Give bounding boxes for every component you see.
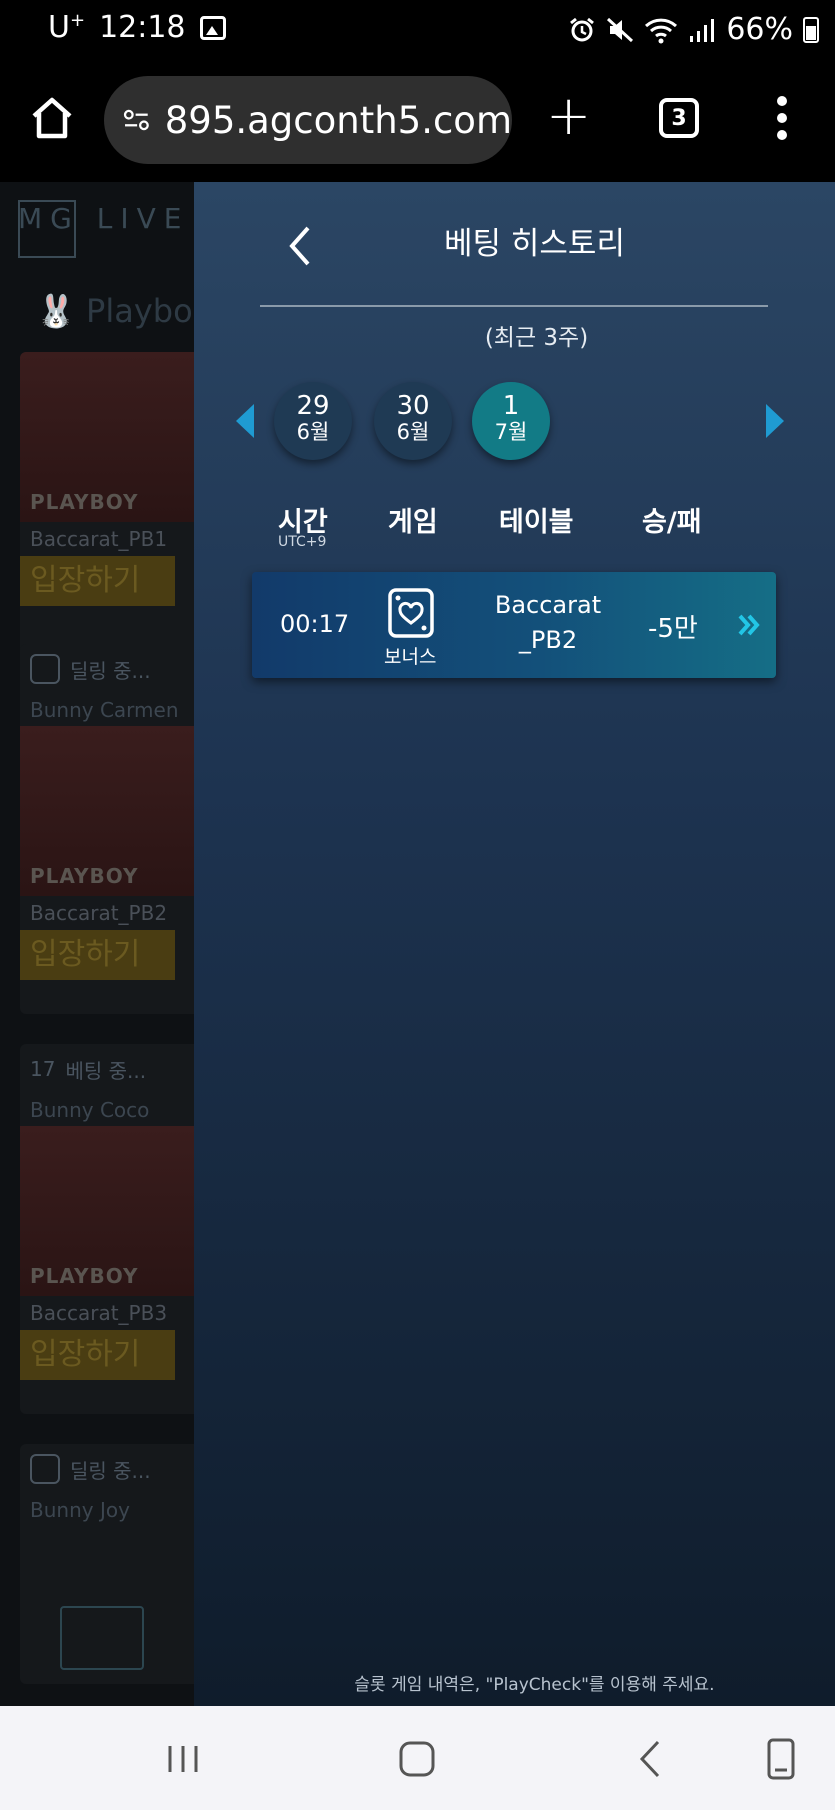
- card-status: 딜링 중...: [70, 1458, 151, 1483]
- address-bar[interactable]: 895.agconth5.com: [104, 76, 512, 164]
- title-divider: [260, 305, 768, 307]
- dealer-photo: PLAYBOY: [20, 726, 194, 896]
- row-table: Baccarat _PB2: [494, 591, 602, 654]
- table-name: Baccarat_PB1: [30, 527, 168, 551]
- recent-apps-icon[interactable]: [158, 1734, 208, 1784]
- tab-switcher-button[interactable]: 3: [659, 98, 699, 138]
- status-bar: U+ 12:18 66%: [0, 0, 835, 62]
- gallery-notification-icon: [199, 15, 226, 40]
- next-date-arrow-icon[interactable]: [766, 404, 784, 438]
- new-tab-button[interactable]: +: [546, 89, 591, 143]
- home-nav-icon[interactable]: [392, 1734, 442, 1784]
- card-game-icon: [30, 1454, 60, 1484]
- keyboard-toggle-icon[interactable]: [756, 1734, 806, 1784]
- bonus-card-icon: [388, 588, 434, 638]
- wifi-icon: [645, 18, 678, 43]
- table-name: Baccarat_PB2: [30, 901, 168, 925]
- logo: MG LIVE: [18, 202, 190, 235]
- dealer-photo: PLAYBOY: [20, 352, 194, 522]
- enter-button[interactable]: 입장하기: [20, 556, 175, 606]
- game-card[interactable]: 딜링 중... Bunny Carmen PLAYBOY Baccarat_PB…: [20, 644, 194, 1014]
- back-nav-icon[interactable]: [626, 1734, 676, 1784]
- card-status: 딜링 중...: [70, 658, 151, 683]
- category-label: 🐰 Playbo: [36, 292, 193, 330]
- date-chip-selected[interactable]: 1 7월: [472, 382, 550, 460]
- card-game-icon: [30, 654, 60, 684]
- bet-history-row[interactable]: 00:17 보너스 Baccarat _PB2 -5만: [252, 572, 776, 678]
- system-nav-bar: [0, 1706, 835, 1810]
- prev-date-arrow-icon[interactable]: [236, 404, 254, 438]
- row-time: 00:17: [280, 610, 350, 638]
- column-header-table: 테이블: [499, 507, 574, 538]
- date-chip[interactable]: 30 6월: [374, 382, 452, 460]
- battery-icon: [803, 16, 819, 43]
- game-card[interactable]: 17 베팅 중... Bunny Coco PLAYBOY Baccarat_PB…: [20, 1044, 194, 1414]
- double-chevron-right-icon[interactable]: [736, 612, 762, 638]
- enter-button[interactable]: 입장하기: [20, 930, 175, 980]
- table-name: Baccarat_PB3: [30, 1301, 168, 1325]
- playcheck-notice: 슬롯 게임 내역은, "PlayCheck"를 이용해 주세요.: [354, 1675, 715, 1695]
- dealer-photo: PLAYBOY: [20, 1126, 194, 1296]
- carrier-label: U+: [48, 10, 86, 45]
- sort-button[interactable]: [60, 1606, 144, 1670]
- dealer-name: Bunny Joy: [30, 1498, 130, 1522]
- panel-title: 베팅 히스토리: [444, 226, 625, 262]
- browser-toolbar: 895.agconth5.com + 3: [0, 62, 835, 182]
- background-game-list: MG LIVE 🐰 Playbo PLAYBOY Baccarat_PB1 입장…: [0, 182, 194, 1706]
- site-settings-icon[interactable]: [122, 104, 151, 136]
- card-status: 베팅 중...: [65, 1058, 147, 1083]
- dealer-name: Bunny Carmen: [30, 698, 179, 722]
- home-icon[interactable]: [28, 94, 76, 142]
- column-header-result: 승/패: [642, 507, 702, 538]
- period-label: (최근 3주): [484, 325, 589, 351]
- url-text[interactable]: 895.agconth5.com: [165, 99, 512, 142]
- column-header-game: 게임: [388, 507, 438, 538]
- dealer-name: Bunny Coco: [30, 1098, 150, 1122]
- row-game-label: 보너스: [384, 646, 437, 668]
- overflow-menu-button[interactable]: [772, 96, 792, 140]
- row-result: -5만: [648, 614, 698, 644]
- enter-button[interactable]: 입장하기: [20, 1330, 175, 1380]
- signal-icon: [690, 18, 715, 42]
- betting-history-panel: 베팅 히스토리 (최근 3주) 29 6월 30 6월 1 7월 시간 UTC+9 게…: [194, 182, 835, 1706]
- timezone-label: UTC+9: [278, 534, 327, 550]
- clock: 12:18: [99, 10, 186, 45]
- mute-icon: [607, 17, 634, 42]
- date-chip[interactable]: 29 6월: [274, 382, 352, 460]
- card-count: 17: [30, 1057, 56, 1081]
- alarm-icon: [570, 17, 595, 41]
- battery-percent: 66%: [726, 12, 793, 47]
